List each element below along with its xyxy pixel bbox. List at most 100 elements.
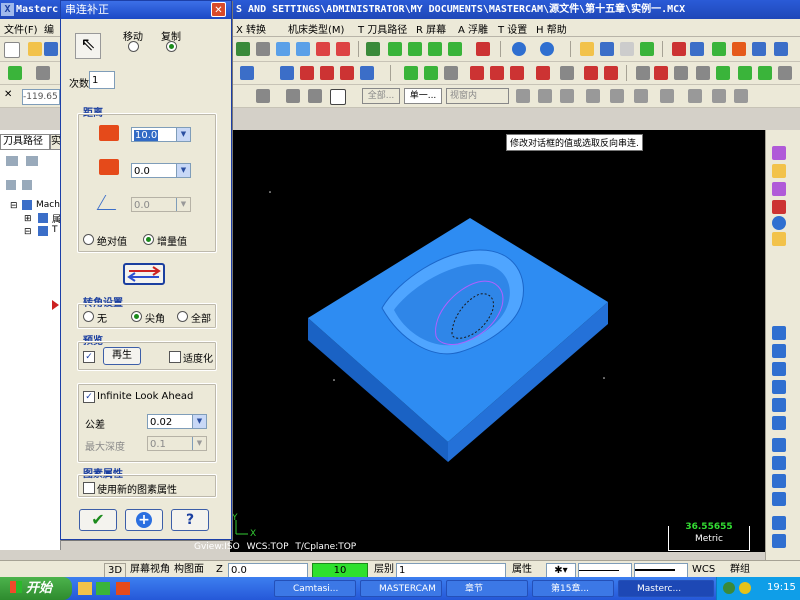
mask-icon-5[interactable] xyxy=(610,89,624,103)
mask-icon-6[interactable] xyxy=(634,89,648,103)
level-manager-icon[interactable] xyxy=(600,42,614,56)
solid-icon-6[interactable] xyxy=(772,534,786,548)
tree-expander-icon[interactable]: ⊟ xyxy=(24,227,32,237)
z-depth-input[interactable]: 0.0 xyxy=(228,563,308,578)
offset-contour-icon[interactable] xyxy=(490,66,504,80)
fit-checkbox[interactable] xyxy=(169,351,181,363)
quicklaunch-icon-2[interactable] xyxy=(96,582,110,595)
view-icon-1[interactable] xyxy=(772,146,786,160)
view-icon-5[interactable] xyxy=(772,216,786,230)
point-icon[interactable] xyxy=(8,66,22,80)
corner-none-radio[interactable] xyxy=(83,311,94,322)
offset-icon[interactable] xyxy=(470,66,484,80)
select-all-ops-icon[interactable] xyxy=(6,156,18,166)
color-button[interactable]: 10 xyxy=(312,563,368,578)
wcs-button[interactable]: WCS xyxy=(692,563,715,576)
open-folder-icon[interactable] xyxy=(28,42,42,56)
apply-button[interactable]: + xyxy=(125,509,163,531)
verify-icon[interactable] xyxy=(672,42,686,56)
surface-icon[interactable] xyxy=(584,66,598,80)
mask-icon-2[interactable] xyxy=(538,89,552,103)
post-icon[interactable] xyxy=(732,42,746,56)
menu-file[interactable]: 文件(F) xyxy=(4,21,38,36)
line-icon[interactable] xyxy=(36,66,50,80)
ok-button[interactable]: ✔ xyxy=(79,509,117,531)
drafting-icon[interactable] xyxy=(536,66,550,80)
task-chapters-folder[interactable]: 章节 xyxy=(446,580,528,597)
menu-transform[interactable]: X 转换 xyxy=(236,21,266,36)
mask-icon-10[interactable] xyxy=(734,89,748,103)
rectangle-icon[interactable] xyxy=(280,66,294,80)
dimension-icon[interactable] xyxy=(560,66,574,80)
save-icon[interactable] xyxy=(44,42,58,56)
point-style-combo[interactable]: ✱▾ xyxy=(546,563,576,578)
menu-screen[interactable]: R 屏幕 xyxy=(416,21,446,36)
line-width-combo[interactable] xyxy=(634,563,688,578)
select-all-icon[interactable] xyxy=(712,42,726,56)
tolerance-combo[interactable]: 0.02 ▼ xyxy=(147,414,207,429)
view-iso-icon[interactable] xyxy=(448,42,462,56)
select-dirty-ops-icon[interactable] xyxy=(26,156,38,166)
surface-rough-icon[interactable] xyxy=(758,66,772,80)
circle-mill-icon[interactable] xyxy=(738,66,752,80)
tree-toolpath-group[interactable]: T xyxy=(52,225,58,235)
fast-point-icon[interactable] xyxy=(256,89,270,103)
cut-icon[interactable] xyxy=(636,66,650,80)
mask-icon-8[interactable] xyxy=(688,89,702,103)
solid-icon-5[interactable] xyxy=(772,516,786,530)
solid-icon[interactable] xyxy=(604,66,618,80)
chamfer-icon[interactable] xyxy=(320,66,334,80)
pocket-icon[interactable] xyxy=(674,66,688,80)
count-input[interactable]: 1 xyxy=(89,71,115,89)
solid-icon-2[interactable] xyxy=(772,456,786,470)
contour-icon[interactable] xyxy=(716,66,730,80)
part-model[interactable] xyxy=(230,130,765,552)
incremental-radio[interactable] xyxy=(143,234,154,245)
mask-icon-4[interactable] xyxy=(586,89,600,103)
screen-view-button[interactable]: 屏幕视角 xyxy=(130,563,170,576)
solid-icon-4[interactable] xyxy=(772,492,786,506)
view-icon-4[interactable] xyxy=(772,200,786,214)
dialog-title-bar[interactable]: 串连补正 ✕ xyxy=(61,1,231,19)
graphics-viewport[interactable]: 修改对话框的值或选取反向串连. Y X Gview:ISO WCS:TOP T/… xyxy=(194,130,765,552)
surface-finish-icon[interactable] xyxy=(778,66,792,80)
preview-checkbox[interactable]: ✓ xyxy=(83,351,95,363)
view-front-icon[interactable] xyxy=(408,42,422,56)
quicklaunch-icon-1[interactable] xyxy=(78,582,92,595)
wave-icon[interactable] xyxy=(22,180,32,190)
level-input[interactable]: 1 xyxy=(396,563,506,578)
project-icon[interactable] xyxy=(510,66,524,80)
analyze-icon[interactable] xyxy=(236,42,250,56)
use-new-attr-checkbox[interactable] xyxy=(83,482,95,494)
view-icon-6[interactable] xyxy=(772,232,786,246)
task-mastercam-folder[interactable]: MASTERCAM xyxy=(360,580,442,597)
menu-help[interactable]: H 帮助 xyxy=(536,21,567,36)
drill-icon[interactable] xyxy=(654,66,668,80)
tab-toolpaths[interactable]: 刀具路径 xyxy=(0,134,50,150)
redo-icon[interactable] xyxy=(296,42,310,56)
new-file-icon[interactable] xyxy=(4,42,20,58)
mask-icon-7[interactable] xyxy=(660,89,674,103)
select-single-button[interactable]: 单一... xyxy=(404,88,442,104)
level-label[interactable]: 层别 xyxy=(374,563,394,576)
facing-icon[interactable] xyxy=(696,66,710,80)
attrib-icon[interactable] xyxy=(640,42,654,56)
color-icon[interactable] xyxy=(580,42,594,56)
dropdown-arrow-icon[interactable]: ▼ xyxy=(192,415,206,428)
solid-icon-1[interactable] xyxy=(772,438,786,452)
menu-settings[interactable]: T 设置 xyxy=(498,21,527,36)
regen-button[interactable]: 再生 xyxy=(103,347,141,365)
tray-icon-2[interactable] xyxy=(739,582,751,594)
toolpath-manager-icon[interactable] xyxy=(774,42,788,56)
menu-art[interactable]: A 浮雕 xyxy=(458,21,488,36)
tray-icon-1[interactable] xyxy=(723,582,735,594)
properties-icon[interactable] xyxy=(620,42,634,56)
mask-icon-1[interactable] xyxy=(516,89,530,103)
solid-icon-3[interactable] xyxy=(772,474,786,488)
shaded-icon[interactable] xyxy=(540,42,554,56)
xform-icon-1[interactable] xyxy=(772,326,786,340)
scale-icon[interactable] xyxy=(444,66,458,80)
corner-sharp-radio[interactable] xyxy=(131,311,142,322)
dialog-close-icon[interactable]: ✕ xyxy=(211,2,226,17)
3d-mode-button[interactable]: 3D xyxy=(104,563,126,578)
